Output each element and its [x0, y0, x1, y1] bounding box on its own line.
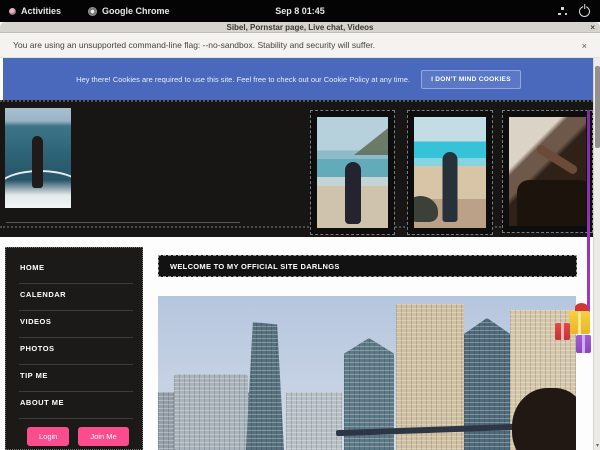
focused-app-menu[interactable]: Google Chrome: [102, 6, 170, 16]
scrollbar-thumb[interactable]: [595, 66, 600, 148]
header-divider: [6, 222, 240, 223]
sidebar-item-photos[interactable]: PHOTOS: [6, 338, 142, 365]
hero-photo: [158, 296, 576, 450]
gift-box-purple-icon: [576, 335, 591, 353]
sidebar-item-tip-me[interactable]: TIP ME: [6, 365, 142, 392]
window-title: Sibel, Pornstar page, Live chat, Videos: [226, 23, 373, 32]
sidebar-item-home[interactable]: HOME: [6, 257, 142, 284]
network-icon[interactable]: [558, 7, 567, 15]
sidebar-nav: HOME CALENDAR VIDEOS PHOTOS TIP ME ABOUT…: [5, 247, 143, 450]
warning-close-icon[interactable]: ×: [582, 33, 587, 58]
gallery-thumbnail-2[interactable]: [407, 110, 493, 235]
login-button[interactable]: Login: [27, 427, 69, 446]
join-button[interactable]: Join Me: [78, 427, 128, 446]
gallery-thumbnail-1[interactable]: [310, 110, 395, 235]
scroll-down-icon[interactable]: ▾: [594, 442, 600, 449]
cookie-notice-bar: Hey there! Cookies are required to use t…: [3, 58, 594, 100]
chrome-warning-bar: You are using an unsupported command-lin…: [0, 33, 600, 58]
chrome-app-icon: [88, 7, 97, 16]
sidebar-item-about-me[interactable]: ABOUT ME: [6, 392, 142, 419]
gift-box-red-icon: [555, 323, 570, 340]
building-shape: [174, 374, 248, 450]
beach-standing-photo: [414, 117, 486, 228]
gallery-thumbnail-3[interactable]: [502, 110, 593, 233]
building-shape: [246, 322, 284, 450]
header-photo-boat[interactable]: [5, 108, 71, 208]
screen-indicator-icon: [9, 8, 16, 15]
gnome-top-bar: Activities Google Chrome Sep 8 01:45: [0, 0, 600, 22]
welcome-text: WELCOME TO MY OFFICIAL SITE DARLNGS: [170, 262, 340, 271]
welcome-banner: WELCOME TO MY OFFICIAL SITE DARLNGS: [158, 255, 577, 277]
gift-ribbon-string: [587, 110, 590, 332]
cookie-message: Hey there! Cookies are required to use t…: [76, 75, 410, 84]
window-title-bar[interactable]: Sibel, Pornstar page, Live chat, Videos …: [0, 22, 600, 33]
building-shape: [286, 392, 342, 450]
sidebar-item-videos[interactable]: VIDEOS: [6, 311, 142, 338]
beach-heart-pose-photo: [317, 117, 388, 228]
sidebar-item-calendar[interactable]: CALENDAR: [6, 284, 142, 311]
desktop: Activities Google Chrome Sep 8 01:45 Sib…: [0, 0, 600, 450]
scrollbar[interactable]: ▾: [593, 58, 600, 450]
couch-lounge-photo: [509, 117, 586, 226]
accept-cookies-button[interactable]: I DON'T MIND COOKIES: [421, 70, 521, 89]
boat-ocean-photo: [5, 108, 71, 208]
activities-button[interactable]: Activities: [21, 6, 61, 16]
window-close-icon[interactable]: ×: [590, 22, 595, 32]
gift-box-yellow-icon: [569, 311, 590, 334]
power-icon[interactable]: [579, 6, 590, 17]
warning-text: You are using an unsupported command-lin…: [13, 40, 375, 50]
gift-widget[interactable]: [554, 302, 594, 358]
